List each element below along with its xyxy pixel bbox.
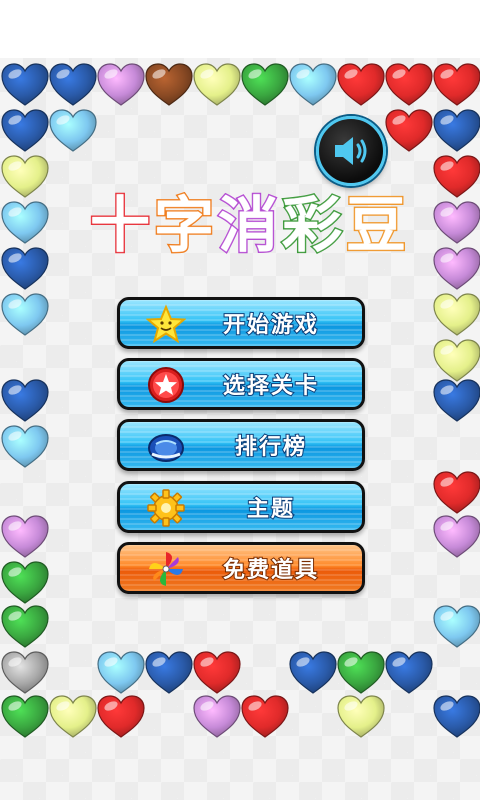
heart-lime bbox=[48, 694, 98, 740]
heart-green bbox=[336, 650, 386, 696]
heart-lime bbox=[0, 154, 50, 200]
heart-green bbox=[0, 694, 50, 740]
heart-sky bbox=[0, 292, 50, 338]
heart-navy bbox=[288, 650, 338, 696]
heart-sky bbox=[0, 200, 50, 246]
heart-red bbox=[192, 650, 242, 696]
heart-sky bbox=[96, 650, 146, 696]
heart-red bbox=[432, 154, 480, 200]
heart-green bbox=[0, 560, 50, 606]
heart-navy bbox=[0, 378, 50, 424]
game-title: 十 字 消 彩 豆 bbox=[70, 182, 430, 262]
status-bar bbox=[0, 0, 480, 58]
heart-navy bbox=[432, 694, 480, 740]
theme-button[interactable]: 主题 bbox=[117, 481, 365, 533]
title-char: 消 bbox=[217, 189, 282, 262]
heart-violet bbox=[0, 514, 50, 560]
heart-violet bbox=[192, 694, 242, 740]
heart-violet bbox=[432, 200, 480, 246]
heart-brown bbox=[144, 62, 194, 108]
start-game-button[interactable]: 开始游戏 bbox=[117, 297, 365, 349]
heart-sky bbox=[48, 108, 98, 154]
heart-red bbox=[384, 108, 434, 154]
theme-label: 主题 bbox=[246, 496, 295, 523]
select-level-button[interactable]: 选择关卡 bbox=[117, 358, 365, 410]
leaderboard-button[interactable]: 排行榜 bbox=[117, 419, 365, 471]
heart-sky bbox=[0, 424, 50, 470]
heart-violet bbox=[432, 514, 480, 560]
heart-red bbox=[96, 694, 146, 740]
heart-green bbox=[240, 62, 290, 108]
heart-red bbox=[432, 62, 480, 108]
title-char: 字 bbox=[153, 189, 218, 262]
heart-red bbox=[432, 470, 480, 516]
start-game-label: 开始游戏 bbox=[222, 312, 319, 339]
title-char: 十 bbox=[89, 189, 154, 262]
free-items-button[interactable]: 免费道具 bbox=[117, 542, 365, 594]
title-char: 彩 bbox=[281, 189, 346, 262]
free-items-label: 免费道具 bbox=[222, 557, 319, 584]
heart-navy bbox=[0, 62, 50, 108]
heart-navy bbox=[144, 650, 194, 696]
heart-lime bbox=[192, 62, 242, 108]
heart-violet bbox=[432, 246, 480, 292]
heart-navy bbox=[384, 650, 434, 696]
heart-gray bbox=[0, 650, 50, 696]
heart-green bbox=[0, 604, 50, 650]
heart-lime bbox=[336, 694, 386, 740]
title-char: 豆 bbox=[345, 189, 410, 262]
heart-navy bbox=[0, 108, 50, 154]
heart-red bbox=[240, 694, 290, 740]
heart-red bbox=[336, 62, 386, 108]
select-level-label: 选择关卡 bbox=[222, 373, 319, 400]
heart-sky bbox=[432, 604, 480, 650]
heart-lime bbox=[432, 292, 480, 338]
heart-sky bbox=[288, 62, 338, 108]
sound-toggle-button[interactable] bbox=[316, 116, 386, 186]
heart-navy bbox=[48, 62, 98, 108]
heart-navy bbox=[432, 108, 480, 154]
heart-red bbox=[384, 62, 434, 108]
speaker-icon bbox=[335, 137, 367, 165]
leaderboard-label: 排行榜 bbox=[234, 434, 307, 461]
heart-navy bbox=[432, 378, 480, 424]
heart-violet bbox=[96, 62, 146, 108]
heart-navy bbox=[0, 246, 50, 292]
